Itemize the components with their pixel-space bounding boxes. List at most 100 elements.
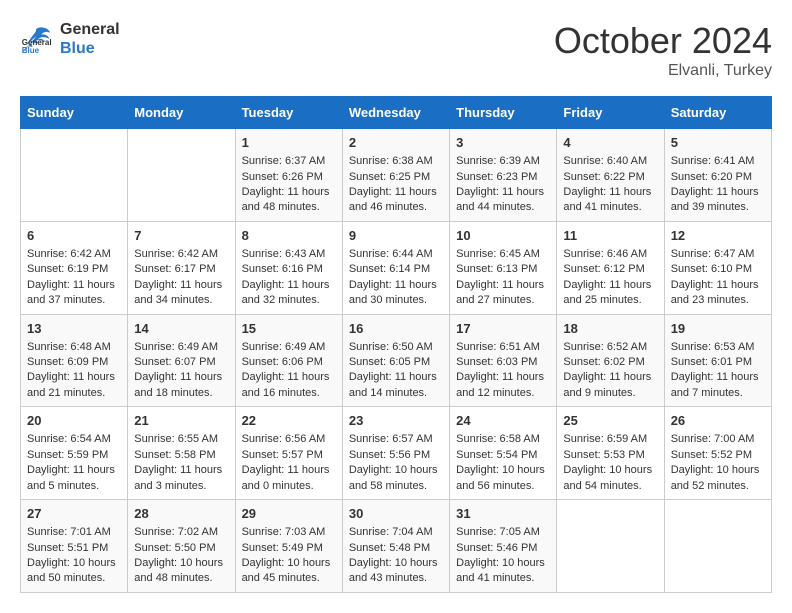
calendar-cell: 31Sunrise: 7:05 AMSunset: 5:46 PMDayligh… [450, 500, 557, 593]
sunrise: Sunrise: 7:05 AM [456, 526, 540, 538]
day-number: 12 [671, 227, 765, 245]
calendar-cell: 4Sunrise: 6:40 AMSunset: 6:22 PMDaylight… [557, 129, 664, 222]
sunset: Sunset: 6:13 PM [456, 263, 537, 275]
daylight: Daylight: 11 hours and 7 minutes. [671, 371, 759, 398]
calendar-cell: 20 Sunrise: 6:54 AM Sunset: 5:59 PM Dayligh… [21, 407, 128, 500]
sunrise: Sunrise: 6:54 AM [27, 433, 111, 445]
sunset: Sunset: 5:51 PM [27, 542, 108, 554]
sunrise: Sunrise: 6:43 AM [242, 248, 326, 260]
calendar-cell [557, 500, 664, 593]
sunset: Sunset: 6:26 PM [242, 171, 323, 183]
sunrise: Sunrise: 6:37 AM [242, 155, 326, 167]
day-number: 8 [242, 227, 336, 245]
sunrise: Sunrise: 6:42 AM [27, 248, 111, 260]
logo: General Blue General Blue [20, 20, 120, 58]
calendar-cell: 23Sunrise: 6:57 AMSunset: 5:56 PMDayligh… [342, 407, 449, 500]
sunset: Sunset: 6:25 PM [349, 171, 430, 183]
day-number: 9 [349, 227, 443, 245]
daylight: Daylight: 10 hours and 43 minutes. [349, 557, 438, 584]
calendar-cell: 18Sunrise: 6:52 AMSunset: 6:02 PMDayligh… [557, 314, 664, 407]
sunset: Sunset: 6:09 PM [27, 356, 108, 368]
daylight: Daylight: 11 hours and 46 minutes. [349, 186, 437, 213]
day-number: 27 [27, 505, 121, 523]
sunset: Sunset: 5:59 PM [27, 449, 108, 461]
day-number: 28 [134, 505, 228, 523]
daylight: Daylight: 11 hours and 25 minutes. [563, 279, 651, 306]
calendar-cell: 5Sunrise: 6:41 AMSunset: 6:20 PMDaylight… [664, 129, 771, 222]
sunrise: Sunrise: 6:58 AM [456, 433, 540, 445]
sunrise: Sunrise: 6:57 AM [349, 433, 433, 445]
logo-bird-icon: General Blue [20, 25, 52, 53]
day-number: 20 [27, 412, 121, 430]
day-number: 22 [242, 412, 336, 430]
daylight: Daylight: 11 hours and 3 minutes. [134, 464, 222, 491]
daylight: Daylight: 10 hours and 48 minutes. [134, 557, 223, 584]
sunrise: Sunrise: 6:44 AM [349, 248, 433, 260]
month-title: October 2024 [554, 20, 772, 62]
day-number: 31 [456, 505, 550, 523]
logo-text: General Blue [60, 20, 120, 58]
day-number: 17 [456, 320, 550, 338]
calendar-cell: 7Sunrise: 6:42 AMSunset: 6:17 PMDaylight… [128, 221, 235, 314]
calendar-cell: 1 Sunrise: 6:37 AM Sunset: 6:26 PM Daylight… [235, 129, 342, 222]
sunrise: Sunrise: 7:04 AM [349, 526, 433, 538]
calendar-cell: 16Sunrise: 6:50 AMSunset: 6:05 PMDayligh… [342, 314, 449, 407]
sunrise: Sunrise: 6:47 AM [671, 248, 755, 260]
sunrise: Sunrise: 6:55 AM [134, 433, 218, 445]
sunset: Sunset: 6:19 PM [27, 263, 108, 275]
calendar-cell: 17Sunrise: 6:51 AMSunset: 6:03 PMDayligh… [450, 314, 557, 407]
title-block: October 2024 Elvanli, Turkey [554, 20, 772, 80]
col-header-tuesday: Tuesday [235, 97, 342, 129]
daylight: Daylight: 11 hours and 48 minutes. [242, 186, 330, 213]
calendar-cell: 27Sunrise: 7:01 AMSunset: 5:51 PMDayligh… [21, 500, 128, 593]
daylight: Daylight: 10 hours and 52 minutes. [671, 464, 760, 491]
day-number: 6 [27, 227, 121, 245]
sunrise: Sunrise: 6:59 AM [563, 433, 647, 445]
calendar-cell: 24Sunrise: 6:58 AMSunset: 5:54 PMDayligh… [450, 407, 557, 500]
day-number: 29 [242, 505, 336, 523]
calendar-cell: 6Sunrise: 6:42 AMSunset: 6:19 PMDaylight… [21, 221, 128, 314]
svg-text:Blue: Blue [22, 46, 40, 53]
day-number: 15 [242, 320, 336, 338]
sunrise: Sunrise: 7:03 AM [242, 526, 326, 538]
sunset: Sunset: 6:16 PM [242, 263, 323, 275]
sunrise: Sunrise: 6:39 AM [456, 155, 540, 167]
sunset: Sunset: 5:56 PM [349, 449, 430, 461]
calendar-cell: 3Sunrise: 6:39 AMSunset: 6:23 PMDaylight… [450, 129, 557, 222]
day-number: 25 [563, 412, 657, 430]
col-header-wednesday: Wednesday [342, 97, 449, 129]
sunrise: Sunrise: 6:38 AM [349, 155, 433, 167]
col-header-monday: Monday [128, 97, 235, 129]
calendar-cell: 12Sunrise: 6:47 AMSunset: 6:10 PMDayligh… [664, 221, 771, 314]
sunset: Sunset: 6:05 PM [349, 356, 430, 368]
day-number: 10 [456, 227, 550, 245]
sunset: Sunset: 6:07 PM [134, 356, 215, 368]
day-number: 21 [134, 412, 228, 430]
sunset: Sunset: 6:12 PM [563, 263, 644, 275]
page-header: General Blue General Blue October 2024 E… [20, 20, 772, 80]
daylight: Daylight: 10 hours and 41 minutes. [456, 557, 545, 584]
calendar-cell: 14Sunrise: 6:49 AMSunset: 6:07 PMDayligh… [128, 314, 235, 407]
day-number: 1 [242, 134, 336, 152]
daylight: Daylight: 11 hours and 39 minutes. [671, 186, 759, 213]
day-number: 16 [349, 320, 443, 338]
sunset: Sunset: 6:23 PM [456, 171, 537, 183]
day-number: 30 [349, 505, 443, 523]
calendar-cell: 13Sunrise: 6:48 AMSunset: 6:09 PMDayligh… [21, 314, 128, 407]
sunrise: Sunrise: 6:46 AM [563, 248, 647, 260]
calendar-cell: 15Sunrise: 6:49 AMSunset: 6:06 PMDayligh… [235, 314, 342, 407]
sunrise: Sunrise: 7:02 AM [134, 526, 218, 538]
daylight: Daylight: 11 hours and 9 minutes. [563, 371, 651, 398]
sunrise: Sunrise: 6:40 AM [563, 155, 647, 167]
col-header-sunday: Sunday [21, 97, 128, 129]
daylight: Daylight: 11 hours and 5 minutes. [27, 464, 115, 491]
sunset: Sunset: 5:50 PM [134, 542, 215, 554]
sunrise: Sunrise: 6:50 AM [349, 341, 433, 353]
daylight: Daylight: 11 hours and 41 minutes. [563, 186, 651, 213]
calendar-table: SundayMondayTuesdayWednesdayThursdayFrid… [20, 96, 772, 593]
calendar-cell: 22Sunrise: 6:56 AMSunset: 5:57 PMDayligh… [235, 407, 342, 500]
sunset: Sunset: 6:10 PM [671, 263, 752, 275]
daylight: Daylight: 11 hours and 34 minutes. [134, 279, 222, 306]
col-header-thursday: Thursday [450, 97, 557, 129]
day-number: 5 [671, 134, 765, 152]
